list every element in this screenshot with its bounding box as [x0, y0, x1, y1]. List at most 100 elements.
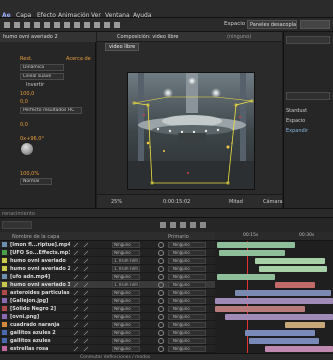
layer-switches[interactable] — [72, 314, 112, 320]
parent-pickwhip-icon[interactable] — [158, 266, 164, 272]
tab-layer[interactable]: (ninguno) — [227, 34, 251, 40]
layer-parent-dropdown[interactable]: Ninguno — [168, 298, 206, 304]
layer-switches[interactable] — [72, 338, 112, 344]
layer-parent-dropdown[interactable]: Ninguno — [168, 282, 206, 288]
layer-name[interactable]: [Imon fl...riptue].mp4] — [10, 242, 70, 248]
parent-pickwhip-icon[interactable] — [158, 250, 164, 256]
help-search-input[interactable] — [300, 20, 330, 29]
effect-opacity-value[interactable]: 100,0% — [20, 171, 39, 177]
layer-row[interactable]: estrellas rosa Ninguno Ninguno — [0, 345, 215, 353]
layer-row[interactable]: humo ovni averiado 1. Ilsim Film Ninguno — [0, 257, 215, 265]
effect-value-3[interactable]: 0,0 — [20, 122, 28, 128]
layer-row[interactable]: [Sólido Negro 2] Ninguno Ninguno — [0, 305, 215, 313]
layer-switches[interactable] — [72, 290, 112, 296]
resolution-dropdown[interactable]: Mitad — [229, 199, 243, 205]
layer-label-swatch[interactable] — [2, 322, 7, 327]
layer-row[interactable]: gallitos azules 2 Ninguno Ninguno — [0, 329, 215, 337]
layer-duration-bar[interactable] — [219, 250, 285, 256]
layer-switches[interactable] — [72, 266, 112, 272]
timeline-search-input[interactable] — [2, 221, 32, 229]
layer-parent-dropdown[interactable]: Ninguno — [168, 330, 206, 336]
layer-mode-dropdown[interactable]: Ninguno — [112, 250, 140, 256]
layer-name[interactable]: estrellas rosa — [10, 346, 70, 352]
layer-name[interactable]: [ufo adn.mp4] — [10, 274, 70, 280]
tool-icons[interactable] — [0, 18, 200, 32]
layer-switches[interactable] — [72, 322, 112, 328]
layer-row[interactable]: cuadrado naranja Ninguno Ninguno — [0, 321, 215, 329]
layer-row[interactable]: asteroides particulas Ninguno Ninguno — [0, 289, 215, 297]
layer-mode-dropdown[interactable]: 1. Ilsim Film — [112, 266, 140, 272]
layer-parent-dropdown[interactable]: Ninguno — [168, 266, 206, 272]
layer-switches[interactable] — [72, 274, 112, 280]
layer-name[interactable]: humo ovni averiado 3 — [10, 282, 70, 288]
layer-parent-dropdown[interactable]: Ninguno — [168, 290, 206, 296]
timeline-switch-icons[interactable] — [160, 218, 280, 232]
layer-row[interactable]: [ovni.png] Ninguno Ninguno — [0, 313, 215, 321]
layer-label-swatch[interactable] — [2, 242, 7, 247]
layer-duration-bar[interactable] — [265, 346, 333, 352]
layer-label-swatch[interactable] — [2, 346, 7, 351]
layer-switches[interactable] — [72, 242, 112, 248]
effect-value-2[interactable]: 0,0 — [20, 99, 28, 105]
layer-label-swatch[interactable] — [2, 282, 7, 287]
layer-row[interactable]: [UFO So...Effects.mp3] Ninguno Ninguno — [0, 249, 215, 257]
layer-label-swatch[interactable] — [2, 338, 7, 343]
column-layer-name[interactable]: Nombre de la capa — [12, 234, 59, 240]
layer-duration-bar[interactable] — [217, 242, 295, 248]
layer-duration-bar[interactable] — [259, 266, 327, 272]
time-ruler[interactable]: 00:15s 00:30s — [215, 232, 333, 241]
layer-parent-dropdown[interactable]: Ninguno — [168, 338, 206, 344]
layer-mode-dropdown[interactable]: Ninguno — [112, 314, 140, 320]
layer-duration-bar[interactable] — [215, 306, 305, 312]
layer-label-swatch[interactable] — [2, 306, 7, 311]
parent-pickwhip-icon[interactable] — [158, 258, 164, 264]
layer-name[interactable]: [UFO So...Effects.mp3] — [10, 250, 70, 256]
layer-switches[interactable] — [72, 346, 112, 352]
effect-dropdown-3[interactable]: Perfecto resultados HC — [20, 107, 82, 114]
layer-parent-dropdown[interactable]: Ninguno — [168, 306, 206, 312]
layer-row[interactable]: [Gallejon.jpg] Ninguno Ninguno — [0, 297, 215, 305]
layer-label-swatch[interactable] — [2, 274, 7, 279]
zoom-dropdown[interactable]: 25% — [111, 199, 122, 205]
layer-duration-bar[interactable] — [235, 290, 331, 296]
layer-row[interactable]: [Imon fl...riptue].mp4] Ninguno Ninguno — [0, 241, 215, 249]
parent-pickwhip-icon[interactable] — [158, 242, 164, 248]
blend-mode-dropdown[interactable]: Normal — [20, 178, 52, 185]
layer-name[interactable]: humo ovni averiado 2 — [10, 266, 70, 272]
layer-name[interactable]: asteroides particulas — [10, 290, 70, 296]
layer-label-swatch[interactable] — [2, 258, 7, 263]
layer-label-swatch[interactable] — [2, 314, 7, 319]
layer-name[interactable]: humo ovni averiado — [10, 258, 70, 264]
preset-item-espacio[interactable]: Espacio — [286, 118, 305, 124]
effect-dropdown-1[interactable]: Dinámica — [20, 64, 64, 71]
layer-label-swatch[interactable] — [2, 330, 7, 335]
layer-label-swatch[interactable] — [2, 298, 7, 303]
parent-pickwhip-icon[interactable] — [158, 274, 164, 280]
layer-parent-dropdown[interactable]: Ninguno — [168, 314, 206, 320]
parent-pickwhip-icon[interactable] — [158, 282, 164, 288]
layer-mode-dropdown[interactable]: 1. Ilsim Film — [112, 258, 140, 264]
layer-parent-dropdown[interactable]: Ninguno — [168, 242, 206, 248]
layer-mode-dropdown[interactable]: Ninguno — [112, 290, 140, 296]
layer-duration-bar[interactable] — [249, 338, 319, 344]
layer-parent-dropdown[interactable]: Ninguno — [168, 258, 206, 264]
effect-dropdown-2[interactable]: Lineal suave — [20, 73, 64, 80]
layer-row[interactable]: [ufo adn.mp4] Ninguno Ninguno — [0, 273, 215, 281]
comp-name-chip[interactable]: video libre — [105, 43, 140, 51]
layer-name[interactable]: [Gallejon.jpg] — [10, 298, 70, 304]
layer-mode-dropdown[interactable]: 1. Ilsim Film — [112, 282, 140, 288]
toggle-switches-modes-button[interactable]: Conmutar definiciones / modos — [80, 355, 150, 360]
layer-switches[interactable] — [72, 250, 112, 256]
layer-duration-bar[interactable] — [225, 314, 333, 320]
parent-pickwhip-icon[interactable] — [158, 314, 164, 320]
layer-parent-dropdown[interactable]: Ninguno — [168, 274, 206, 280]
layer-mode-dropdown[interactable]: Ninguno — [112, 322, 140, 328]
parent-pickwhip-icon[interactable] — [158, 306, 164, 312]
effect-about-link[interactable]: Acerca de — [66, 56, 91, 62]
parent-pickwhip-icon[interactable] — [158, 322, 164, 328]
parent-pickwhip-icon[interactable] — [158, 330, 164, 336]
layer-name[interactable]: gallitos azules 2 — [10, 330, 70, 336]
layer-row[interactable]: humo ovni averiado 2 1. Ilsim Film Ninguno — [0, 265, 215, 273]
layer-mode-dropdown[interactable]: Ninguno — [112, 298, 140, 304]
current-time-display[interactable]: 0:00:15:02 — [163, 199, 190, 205]
